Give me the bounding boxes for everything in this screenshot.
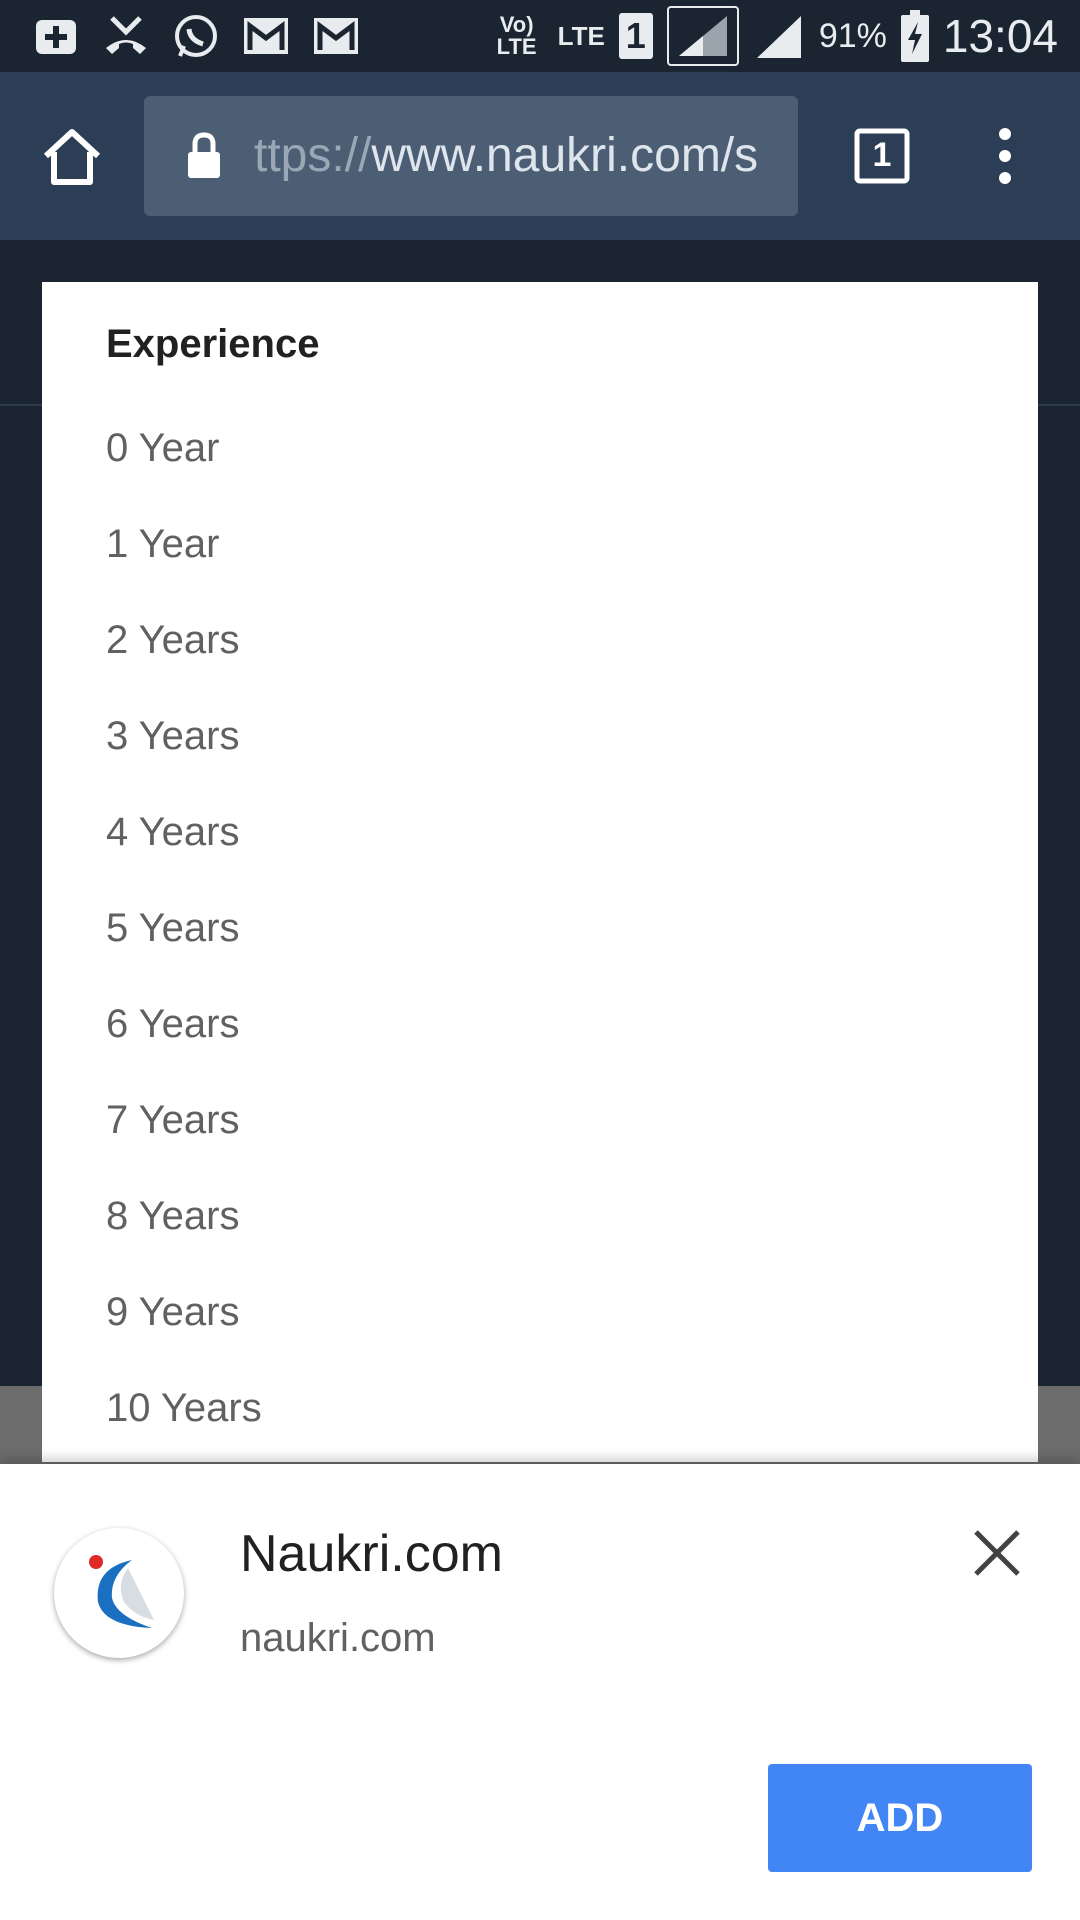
naukri-logo-icon	[89, 1555, 154, 1628]
home-icon[interactable]	[40, 124, 104, 188]
add-to-homescreen-sheet: Naukri.com naukri.com ADD	[0, 1464, 1080, 1920]
gmail-icon	[314, 18, 358, 54]
app-url: naukri.com	[240, 1616, 436, 1660]
experience-option[interactable]: 1 Year	[106, 522, 219, 567]
address-bar[interactable]: ttps://www.naukri.com/s	[144, 96, 798, 216]
experience-option[interactable]: 4 Years	[106, 810, 239, 855]
experience-option[interactable]: 5 Years	[106, 906, 239, 951]
notification-icons	[30, 10, 362, 62]
volte-indicator: Vo) LTE	[496, 12, 537, 59]
sim-indicator: 1	[618, 13, 653, 59]
battery-charging-icon	[900, 10, 929, 62]
tab-count: 1	[872, 136, 892, 174]
lte-indicator: LTE	[557, 21, 605, 51]
add-button[interactable]: ADD	[768, 1764, 1032, 1872]
url-scheme: ttps://	[254, 129, 372, 182]
experience-option[interactable]: 9 Years	[106, 1290, 239, 1335]
add-box-icon	[36, 20, 76, 54]
experience-option[interactable]: 10 Years	[106, 1386, 262, 1431]
experience-option[interactable]: 8 Years	[106, 1194, 239, 1239]
experience-option[interactable]: 2 Years	[106, 618, 239, 663]
lock-icon	[188, 132, 220, 178]
experience-option[interactable]: 3 Years	[106, 714, 239, 759]
battery-percent: 91%	[818, 16, 887, 55]
app-name: Naukri.com	[240, 1525, 503, 1583]
url-text[interactable]: ttps://www.naukri.com/s	[254, 128, 774, 183]
experience-option[interactable]: 7 Years	[106, 1098, 239, 1143]
missed-call-icon	[106, 16, 146, 54]
close-icon[interactable]	[970, 1526, 1024, 1580]
signal-strength-icon	[756, 16, 801, 58]
overflow-menu-icon[interactable]	[990, 124, 1020, 188]
status-bar: Vo) LTE LTE 1 91% 13:04	[0, 0, 1080, 72]
naukri-logo	[54, 1528, 184, 1658]
signal-strength-icon	[666, 6, 739, 66]
experience-dialog: Experience 0 Year 1 Year 2 Years 3 Years…	[42, 282, 1038, 1462]
clock: 13:04	[942, 10, 1058, 62]
whatsapp-icon	[175, 15, 217, 57]
gmail-icon	[244, 18, 288, 54]
experience-option[interactable]: 6 Years	[106, 1002, 239, 1047]
browser-toolbar: ttps://www.naukri.com/s 1	[0, 72, 1080, 240]
dialog-title: Experience	[106, 322, 320, 366]
experience-option[interactable]: 0 Year	[106, 426, 219, 471]
url-host: www.naukri.com/s	[371, 129, 759, 182]
tab-switcher-button[interactable]: 1	[854, 128, 910, 184]
